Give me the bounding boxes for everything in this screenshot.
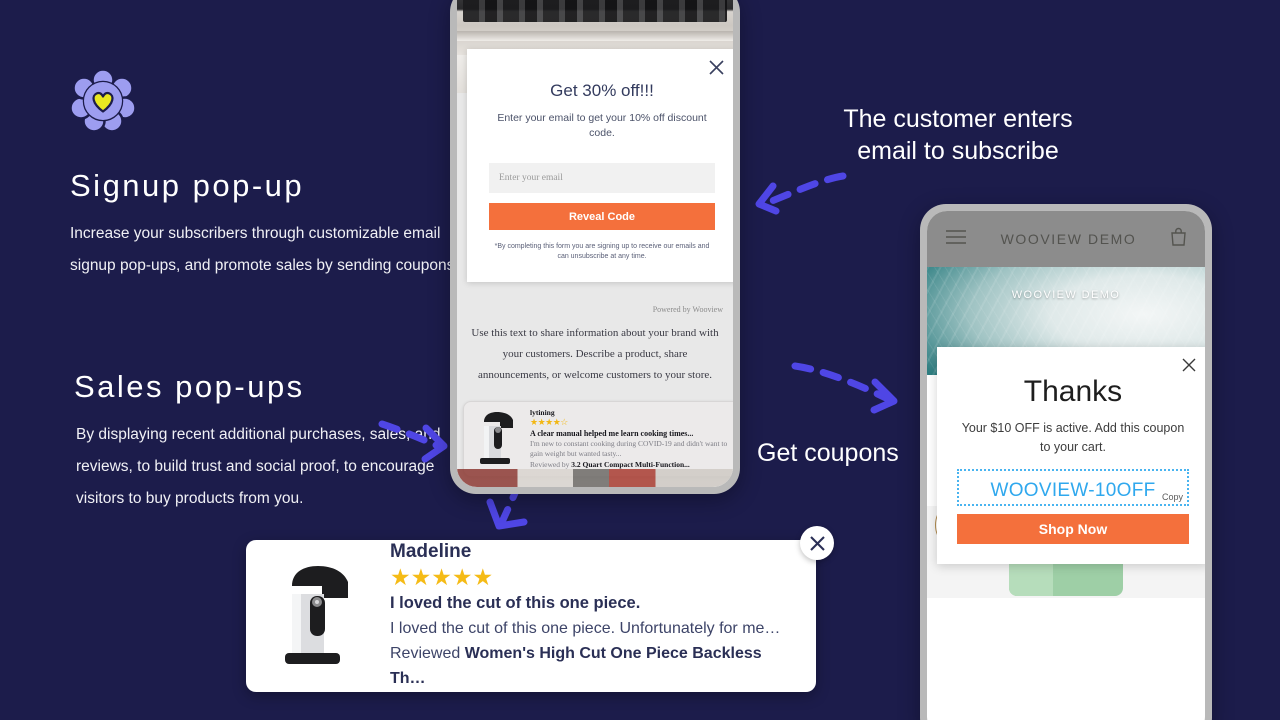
coupon-code: WOOVIEW-10OFF	[990, 480, 1156, 501]
mini-review-popup[interactable]: lytining ★★★★☆ A clear manual helped me …	[463, 401, 733, 477]
right-phone-mockup: WOOVIEW DEMO WOOVIEW DEMO Featured colle…	[920, 204, 1212, 720]
review-title: I loved the cut of this one piece.	[390, 594, 641, 612]
brand-copy-text: Use this text to share information about…	[471, 327, 719, 381]
page-title-signup: Signup pop-up	[70, 168, 305, 203]
review-body: Madeline ★★★★★ I loved the cut of this o…	[364, 541, 798, 691]
center-phone-screen: Get 30% off!!! Enter your email to get y…	[457, 0, 733, 487]
arrow-to-sales-review	[378, 420, 448, 463]
review-stars: ★★★★★	[390, 564, 494, 590]
right-phone-screen: WOOVIEW DEMO WOOVIEW DEMO Featured colle…	[927, 211, 1205, 720]
product-row-strip	[457, 469, 733, 487]
can-opener-icon	[272, 560, 364, 672]
center-phone-mockup: Get 30% off!!! Enter your email to get y…	[450, 0, 740, 494]
mini-review-title: A clear manual helped me learn cooking t…	[530, 428, 694, 438]
mini-review-stars: ★★★★☆	[530, 416, 568, 427]
signup-popup-title: Get 30% off!!!	[550, 81, 654, 100]
review-text: I loved the cut of this one piece. Unfor…	[390, 620, 781, 637]
mini-review-product: 3.2 Quart Compact Multi-Function...	[571, 459, 690, 469]
close-icon[interactable]	[708, 59, 725, 76]
close-icon[interactable]	[1181, 357, 1197, 373]
hamburger-menu-icon[interactable]	[945, 229, 967, 250]
coupon-code-box[interactable]: WOOVIEW-10OFF Copy	[957, 469, 1189, 506]
mini-review-body: lytining ★★★★☆ A clear manual helped me …	[524, 408, 732, 471]
mini-review-user: lytining	[530, 407, 555, 417]
store-title: WOOVIEW DEMO	[1000, 231, 1137, 247]
page-title-sales: Sales pop-ups	[74, 369, 305, 404]
annotation-subscribe: The customer enters email to subscribe	[843, 105, 1073, 165]
flower-heart-icon	[70, 68, 136, 132]
page-root: Signup pop-up Increase your subscribers …	[0, 0, 1280, 720]
stove-hero-image	[457, 0, 733, 55]
review-author: Madeline	[390, 541, 472, 562]
sales-review-popup[interactable]: Madeline ★★★★★ I loved the cut of this o…	[246, 526, 834, 692]
review-product-line: Reviewed Women's High Cut One Piece Back…	[390, 641, 798, 691]
annotation-coupons: Get coupons	[757, 439, 899, 467]
shopping-bag-icon[interactable]	[1170, 227, 1187, 251]
mini-review-text: I'm new to constant cooking during COVID…	[530, 438, 728, 459]
thanks-popup: Thanks Your $10 OFF is active. Add this …	[937, 347, 1205, 564]
copy-coupon-button[interactable]: Copy	[1162, 492, 1183, 502]
email-input[interactable]	[489, 163, 715, 193]
reveal-code-button[interactable]: Reveal Code	[489, 203, 715, 230]
can-opener-icon	[472, 408, 524, 470]
hero-brand-label: WOOVIEW DEMO	[1011, 289, 1121, 301]
powered-by-label: Powered by Wooview	[652, 305, 723, 314]
mini-reviewed-prefix: Reviewed by	[530, 459, 572, 469]
signup-popup-subtitle: Enter your email to get your 10% off dis…	[497, 112, 707, 139]
reviewed-prefix: Reviewed	[390, 645, 465, 662]
arrow-to-thanks-popup	[791, 362, 898, 414]
thanks-popup-title: Thanks	[1023, 375, 1123, 408]
store-header: WOOVIEW DEMO	[927, 211, 1205, 267]
signup-disclaimer: *By completing this form you are signing…	[494, 243, 710, 260]
close-icon[interactable]	[800, 526, 834, 560]
shop-now-button[interactable]: Shop Now	[957, 514, 1189, 544]
signup-description: Increase your subscribers through custom…	[70, 225, 463, 274]
arrow-to-signup-popup	[755, 172, 847, 215]
thanks-popup-subtitle: Your $10 OFF is active. Add this coupon …	[961, 421, 1185, 454]
signup-popup: Get 30% off!!! Enter your email to get y…	[467, 49, 733, 282]
